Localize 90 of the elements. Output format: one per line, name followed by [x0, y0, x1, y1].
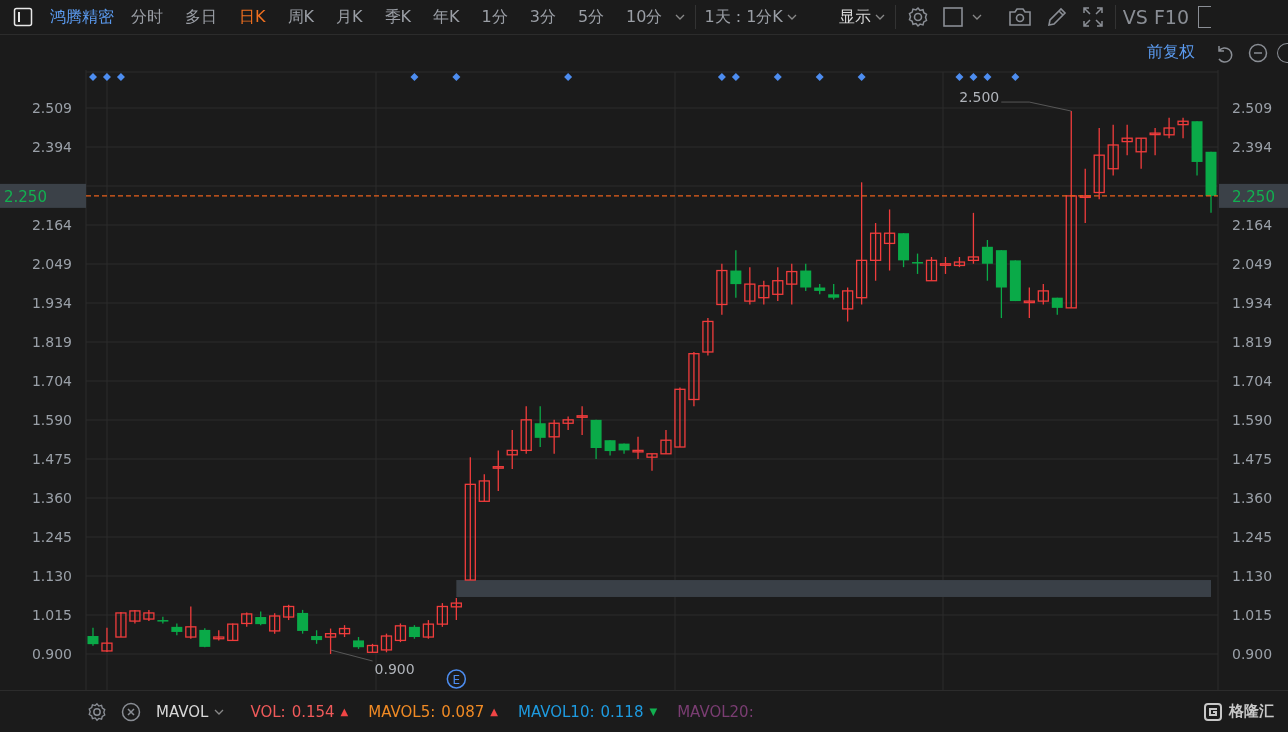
caret-icon[interactable]	[675, 14, 686, 20]
axis-label: 0.900	[31, 646, 72, 662]
event-badge[interactable]: E	[446, 669, 467, 689]
axis-label: 1.360	[31, 489, 72, 506]
camera-icon[interactable]	[1007, 7, 1032, 27]
candlestick	[855, 181, 868, 306]
axis-label: 2.049	[31, 256, 72, 273]
axis-label: 2.164	[1232, 217, 1273, 234]
candlestick	[115, 611, 127, 638]
settings-icon[interactable]	[87, 701, 107, 722]
period-tab[interactable]: 日K	[231, 6, 274, 28]
trend-icon: ▼	[649, 706, 658, 717]
candlestick	[967, 212, 980, 265]
axis-label: 2.049	[1232, 256, 1273, 273]
axis-label: 1.704	[1232, 373, 1273, 390]
period-tab[interactable]: 5分	[569, 6, 613, 28]
axis-label: 1.934	[31, 295, 72, 312]
indicator-label: MAVOL10:	[517, 702, 595, 721]
indicator-value: 0.087	[441, 702, 485, 721]
trend-icon: ▲	[490, 706, 498, 717]
period-tab[interactable]: 10分	[618, 6, 671, 28]
axis-label: 1.819	[31, 334, 72, 351]
candlestick	[730, 249, 742, 299]
indicator-value: 0.118	[600, 702, 644, 721]
axis-label: 1.130	[31, 567, 72, 584]
axis-label: 1.934	[1232, 295, 1273, 312]
indicator-selector[interactable]: MAVOL	[152, 702, 213, 721]
zoom-out-icon[interactable]	[1248, 42, 1268, 63]
candlestick	[450, 597, 462, 621]
period-tab[interactable]: 1分	[473, 6, 516, 28]
axis-label: 1.475	[31, 450, 72, 467]
pencil-icon[interactable]	[1045, 6, 1068, 28]
axis-label: 2.164	[31, 217, 72, 234]
axis-label: 1.704	[31, 373, 72, 390]
axis-label: 2.394	[31, 139, 72, 155]
indicator-label: MAVOL5:	[368, 702, 436, 721]
period-tab[interactable]: 年K	[425, 6, 468, 28]
axis-label: 1.590	[1232, 411, 1273, 428]
logo-text: 格隆汇	[1229, 702, 1274, 721]
fullscreen-icon[interactable]	[1081, 6, 1104, 28]
axis-label: 1.130	[1232, 567, 1273, 584]
logo-icon	[1204, 702, 1222, 721]
leader-line	[1000, 101, 1072, 112]
indicator-value: 0.154	[291, 702, 335, 721]
price-label: 2.250	[1232, 187, 1275, 206]
candlestick	[101, 627, 113, 653]
axis-label: 0.900	[1232, 646, 1273, 662]
display-menu[interactable]: 显示	[834, 6, 873, 28]
caret-icon[interactable]	[786, 14, 797, 20]
period-tab[interactable]: 分时	[123, 6, 171, 28]
axis-label: 1.590	[31, 411, 72, 428]
caret-icon[interactable]	[874, 14, 885, 20]
leader-line	[330, 649, 373, 662]
axis-label: 1.245	[1232, 528, 1273, 545]
trend-icon: ▲	[340, 706, 349, 717]
indicator-label: VOL:	[250, 702, 286, 721]
candlestick	[562, 415, 574, 431]
panel-toggle-icon[interactable]	[13, 7, 33, 27]
caret-icon[interactable]	[971, 14, 982, 20]
high-price-label: 2.500	[959, 89, 1000, 106]
candlestick	[772, 266, 784, 302]
stock-name[interactable]: 鸿腾精密	[50, 6, 114, 28]
period-tab[interactable]: 季K	[376, 6, 419, 28]
price-label: 2.250	[4, 187, 47, 206]
axis-label: 1.245	[31, 528, 72, 545]
close-icon[interactable]	[121, 701, 141, 722]
axis-label: 2.509	[31, 100, 72, 116]
candlestick	[716, 263, 728, 316]
axis-label: 1.475	[1232, 450, 1273, 467]
axis-label: 1.015	[31, 607, 72, 623]
toolbar-button[interactable]: VS	[1119, 6, 1151, 28]
period-tab[interactable]: 3分	[521, 6, 564, 28]
price-tag	[1219, 183, 1288, 208]
adjustment-button[interactable]: 前复权	[1141, 41, 1201, 64]
square-icon[interactable]	[942, 7, 963, 27]
axis-label: 1.015	[1232, 607, 1273, 623]
axis-label: 1.819	[1232, 334, 1273, 351]
toolbar-button[interactable]: F10	[1150, 6, 1192, 28]
period-tab[interactable]: 月K	[328, 6, 371, 28]
range-dropdown[interactable]: 1天 : 1分K	[700, 6, 785, 28]
period-tab[interactable]: 周K	[279, 6, 322, 28]
low-price-label: 0.900	[374, 661, 415, 677]
indicator-label: MAVOL20:	[677, 702, 754, 721]
axis-label: 1.360	[1232, 489, 1273, 506]
caret-icon[interactable]	[214, 708, 225, 715]
period-tab[interactable]: 多日	[177, 6, 225, 28]
settings-icon[interactable]	[906, 6, 929, 28]
candlestick	[981, 239, 993, 282]
axis-label: 2.509	[1232, 100, 1273, 116]
axis-label: 2.394	[1232, 139, 1273, 155]
